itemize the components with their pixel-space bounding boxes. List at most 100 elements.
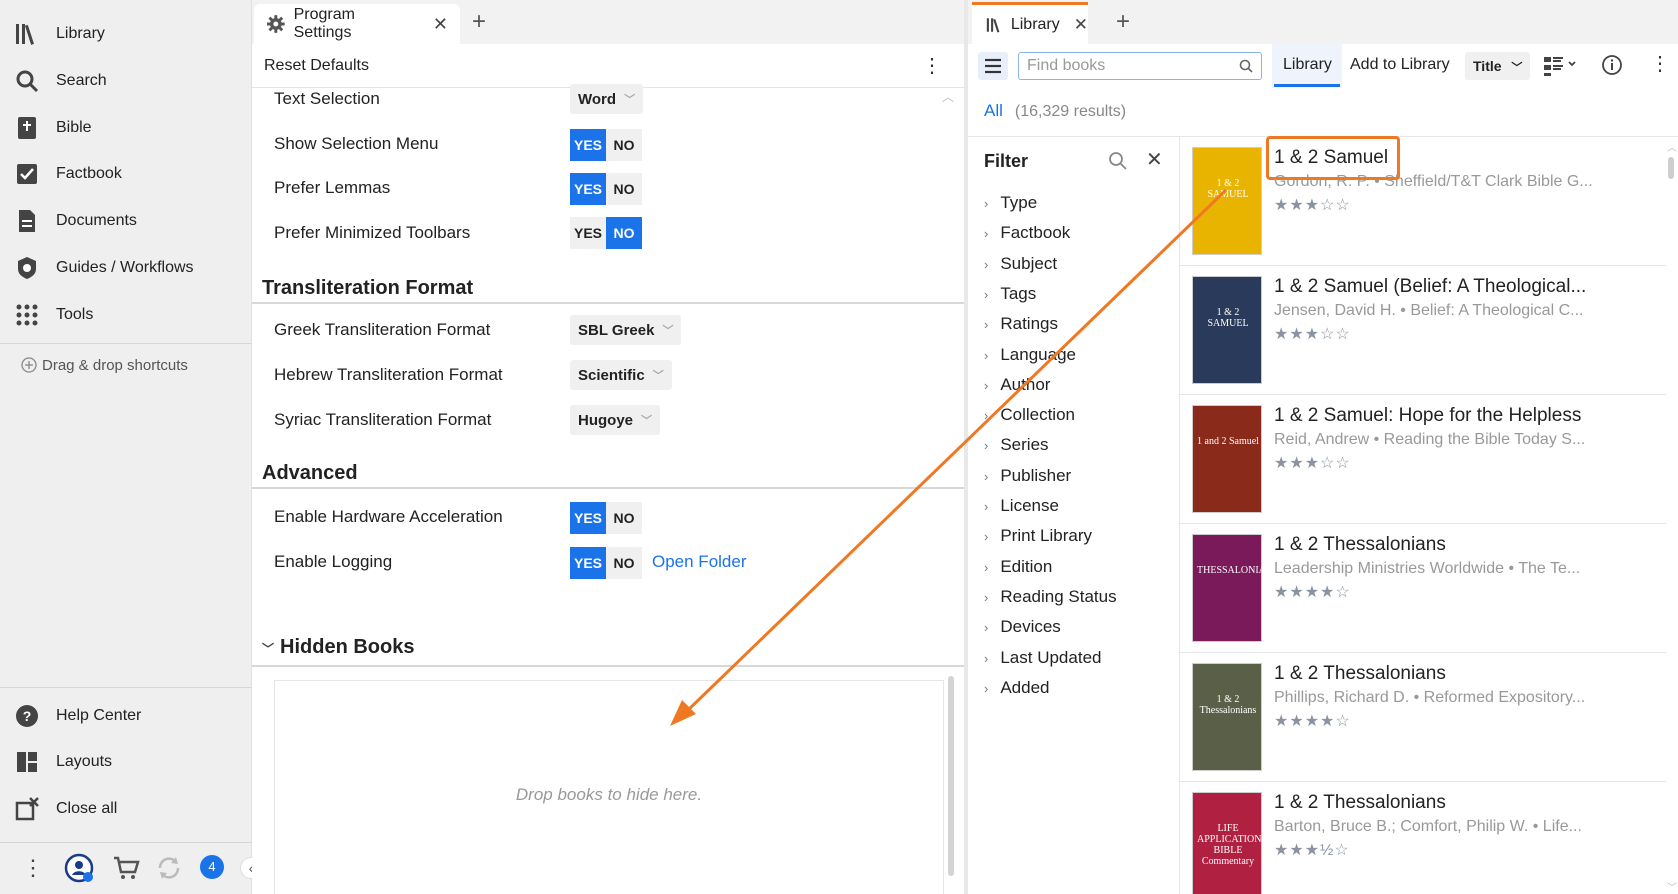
sidebar-item-documents[interactable]: Documents: [14, 203, 137, 239]
scroll-up-icon[interactable]: ︿: [942, 88, 954, 105]
yes-option[interactable]: YES: [570, 217, 606, 249]
book-row[interactable]: 1 and 2 Samuel 1 & 2 Samuel: Hope for the…: [1180, 395, 1666, 524]
scroll-up-icon[interactable]: ︿: [1667, 139, 1677, 154]
info-icon[interactable]: [1601, 54, 1623, 76]
scrollbar[interactable]: [948, 676, 954, 876]
filter-item[interactable]: › Factbook: [984, 223, 1070, 243]
sort-dropdown[interactable]: Title ﹀: [1465, 52, 1531, 80]
rating-stars[interactable]: ★★★★☆: [1274, 711, 1351, 731]
filter-item[interactable]: › License: [984, 496, 1059, 516]
no-option[interactable]: NO: [606, 547, 642, 579]
notification-badge[interactable]: 4: [200, 855, 224, 879]
book-cover[interactable]: 1 & 2 Thessalonians: [1192, 663, 1262, 771]
filter-item[interactable]: › Reading Status: [984, 587, 1117, 607]
menu-icon[interactable]: [978, 52, 1008, 80]
rating-stars[interactable]: ★★★☆☆: [1274, 324, 1351, 344]
no-option[interactable]: NO: [606, 173, 642, 205]
rating-stars[interactable]: ★★★☆☆: [1274, 195, 1351, 215]
filter-item[interactable]: › Author: [984, 375, 1050, 395]
yes-option[interactable]: YES: [570, 173, 606, 205]
filter-item[interactable]: › Tags: [984, 284, 1036, 304]
more-options-icon[interactable]: ⋮: [1650, 54, 1670, 74]
hebrew-transliteration-dropdown[interactable]: Scientific ﹀: [570, 360, 672, 390]
no-option[interactable]: NO: [606, 129, 642, 161]
rating-stars[interactable]: ★★★★☆: [1274, 582, 1351, 602]
filter-all-link[interactable]: All: [984, 101, 1003, 120]
sidebar-item-library[interactable]: Library: [14, 16, 105, 52]
greek-transliteration-dropdown[interactable]: SBL Greek ﹀: [570, 315, 682, 345]
sidebar-item-guides[interactable]: Guides / Workflows: [14, 250, 194, 286]
sidebar-item-tools[interactable]: Tools: [14, 297, 93, 333]
book-cover[interactable]: 1 and 2 Samuel: [1192, 405, 1262, 513]
no-option[interactable]: NO: [606, 502, 642, 534]
sidebar-item-factbook[interactable]: Factbook: [14, 156, 122, 192]
more-options-icon[interactable]: ⋮: [922, 56, 942, 76]
find-books-input[interactable]: Find books: [1018, 52, 1262, 80]
scrollbar[interactable]: [1668, 157, 1674, 179]
text-selection-dropdown[interactable]: Word ﹀: [570, 84, 644, 114]
sidebar-item-search[interactable]: Search: [14, 63, 107, 99]
sidebar-item-layouts[interactable]: Layouts: [14, 744, 112, 780]
hardware-acceleration-toggle[interactable]: YES NO: [570, 502, 642, 534]
book-cover[interactable]: THESSALONIANS: [1192, 534, 1279, 642]
close-tab-icon[interactable]: ✕: [433, 14, 448, 35]
rating-stars[interactable]: ★★★½☆: [1274, 840, 1350, 860]
prefer-lemmas-toggle[interactable]: YES NO: [570, 173, 642, 205]
yes-option[interactable]: YES: [570, 502, 606, 534]
book-row[interactable]: 1 & 2 SAMUEL 1 & 2 Samuel Gordon, R. P. • …: [1180, 137, 1666, 266]
hidden-books-dropzone[interactable]: Drop books to hide here.: [274, 680, 944, 894]
prefer-minimized-toolbars-toggle[interactable]: YES NO: [570, 217, 642, 249]
yes-option[interactable]: YES: [570, 129, 606, 161]
cart-icon[interactable]: [112, 855, 140, 881]
book-title[interactable]: 1 & 2 Thessalonians: [1274, 792, 1664, 814]
sync-icon[interactable]: [156, 855, 182, 881]
book-title[interactable]: 1 & 2 Samuel: Hope for the Helpless: [1274, 405, 1664, 427]
book-title[interactable]: 1 & 2 Thessalonians: [1274, 534, 1664, 556]
book-title[interactable]: 1 & 2 Samuel (Belief: A Theological...: [1274, 276, 1664, 298]
book-cover[interactable]: 1 & 2 SAMUEL: [1192, 276, 1262, 384]
filter-item[interactable]: › Edition: [984, 557, 1052, 577]
sidebar-item-bible[interactable]: Bible: [14, 110, 92, 146]
add-tab-icon[interactable]: +: [1116, 8, 1130, 36]
filter-item[interactable]: › Type: [984, 193, 1037, 213]
yes-option[interactable]: YES: [570, 547, 606, 579]
no-option[interactable]: NO: [606, 217, 642, 249]
book-row[interactable]: 1 & 2 Thessalonians 1 & 2 Thessalonians Ph…: [1180, 653, 1666, 782]
book-row[interactable]: THESSALONIANS 1 & 2 Thessalonians Leadersh…: [1180, 524, 1666, 653]
add-tab-icon[interactable]: +: [472, 8, 486, 36]
sidebar-item-close-all[interactable]: Close all: [14, 791, 117, 827]
filter-item[interactable]: › Last Updated: [984, 648, 1101, 668]
show-selection-menu-toggle[interactable]: YES NO: [570, 129, 642, 161]
book-title[interactable]: 1 & 2 Thessalonians: [1274, 663, 1664, 685]
view-options-icon[interactable]: [1543, 55, 1579, 77]
book-cover[interactable]: 1 & 2 SAMUEL: [1192, 147, 1262, 255]
drag-drop-shortcuts[interactable]: Drag & drop shortcuts: [20, 356, 188, 374]
filter-item[interactable]: › Collection: [984, 405, 1075, 425]
filter-item[interactable]: › Publisher: [984, 466, 1071, 486]
library-view-button[interactable]: Library: [1283, 56, 1332, 74]
hidden-books-heading[interactable]: ﹀ Hidden Books: [262, 636, 414, 659]
close-filter-icon[interactable]: ✕: [1146, 147, 1163, 172]
filter-item[interactable]: › Ratings: [984, 314, 1058, 334]
book-row[interactable]: LIFE APPLICATION BIBLE Commentary 1 & 2 T…: [1180, 782, 1666, 894]
tab-library[interactable]: Library ✕: [972, 2, 1088, 44]
filter-item[interactable]: › Devices: [984, 617, 1061, 637]
filter-item[interactable]: › Subject: [984, 254, 1057, 274]
filter-item[interactable]: › Added: [984, 678, 1050, 698]
syriac-transliteration-dropdown[interactable]: Hugoye ﹀: [570, 405, 661, 435]
account-icon[interactable]: [64, 853, 94, 883]
enable-logging-toggle[interactable]: YES NO: [570, 547, 642, 579]
add-to-library-button[interactable]: Add to Library: [1350, 56, 1450, 74]
rating-stars[interactable]: ★★★☆☆: [1274, 453, 1351, 473]
reset-defaults-button[interactable]: Reset Defaults: [264, 57, 369, 75]
open-folder-link[interactable]: Open Folder: [652, 552, 747, 572]
more-menu-icon[interactable]: ⋮: [22, 857, 44, 879]
search-icon[interactable]: [1108, 151, 1128, 171]
sidebar-item-help-center[interactable]: ? Help Center: [14, 698, 141, 734]
filter-item[interactable]: › Series: [984, 435, 1049, 455]
book-row[interactable]: 1 & 2 SAMUEL 1 & 2 Samuel (Belief: A Theo…: [1180, 266, 1666, 395]
book-cover[interactable]: LIFE APPLICATION BIBLE Commentary: [1192, 792, 1262, 894]
scroll-down-icon[interactable]: ﹀: [1667, 879, 1677, 894]
filter-item[interactable]: › Print Library: [984, 526, 1092, 546]
tab-program-settings[interactable]: Program Settings ✕: [254, 4, 460, 44]
